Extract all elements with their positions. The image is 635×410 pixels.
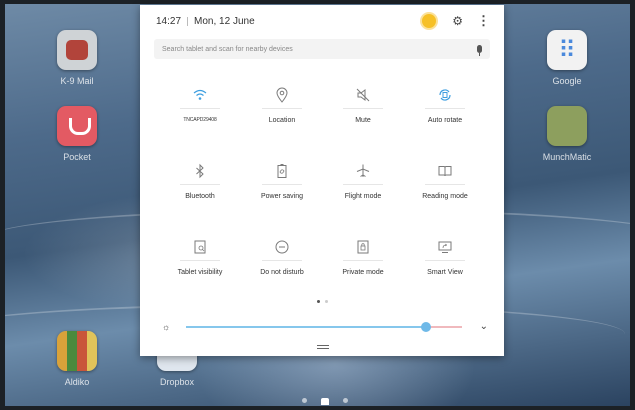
tile-label: Auto rotate: [427, 117, 463, 124]
google-folder-icon: [547, 30, 587, 70]
tile-label: Do not disturb: [260, 269, 304, 276]
tile-reading-mode[interactable]: Reading mode: [404, 157, 486, 227]
panel-status-bar: 14:27 Mon, 12 June ⚙ ⋮: [140, 5, 504, 37]
app-munchmatic[interactable]: MunchMatic: [530, 106, 604, 162]
aldiko-icon: [57, 331, 97, 371]
brightness-icon: ☼: [162, 322, 171, 332]
smart-view-icon: [425, 233, 465, 261]
wifi-icon: [180, 81, 220, 109]
tablet-visibility-icon: [180, 233, 220, 261]
tile-tablet-visibility[interactable]: Tablet visibility: [159, 233, 241, 303]
tile-mute[interactable]: Mute: [322, 81, 404, 151]
chevron-down-icon[interactable]: ⌄: [480, 321, 488, 332]
quick-settings-panel: 14:27 Mon, 12 June ⚙ ⋮ Search tablet and…: [140, 5, 504, 356]
private-mode-icon: [343, 233, 383, 261]
tile-private-mode[interactable]: Private mode: [322, 233, 404, 303]
home-page-icon: [321, 398, 329, 405]
tile-label: TNCAPD29408: [183, 117, 217, 123]
bluetooth-icon: [180, 157, 220, 185]
page-dot: [316, 300, 320, 303]
do-not-disturb-icon: [262, 233, 302, 261]
app-label: Pocket: [63, 152, 91, 162]
page-indicator: [140, 300, 504, 303]
tile-label: Flight mode: [344, 193, 382, 200]
tile-label: Power saving: [260, 193, 304, 200]
tile-wifi[interactable]: TNCAPD29408: [159, 81, 241, 151]
brightness-slider-fill: [186, 326, 427, 328]
app-google[interactable]: Google: [530, 30, 604, 86]
sun-icon[interactable]: [422, 14, 437, 28]
divider: [187, 16, 189, 26]
power-saving-icon: [262, 157, 302, 185]
tile-label: Mute: [355, 117, 371, 124]
tile-label: Location: [268, 117, 296, 124]
book-icon: [425, 157, 465, 185]
app-k9-mail[interactable]: K-9 Mail: [40, 30, 114, 86]
mute-icon: [343, 81, 383, 109]
tile-bluetooth[interactable]: Bluetooth: [159, 157, 241, 227]
app-pocket[interactable]: Pocket: [40, 106, 114, 162]
panel-drag-handle[interactable]: [317, 345, 329, 349]
airplane-icon: [343, 157, 383, 185]
home-page-indicator: [295, 398, 355, 405]
k9-mail-icon: [57, 30, 97, 70]
auto-rotate-icon: [425, 81, 465, 109]
date[interactable]: Mon, 12 June: [194, 16, 255, 27]
gear-icon[interactable]: ⚙: [452, 14, 463, 28]
tile-label: Private mode: [342, 269, 384, 276]
app-label: Aldiko: [64, 377, 90, 387]
tile-label: Reading mode: [422, 193, 468, 200]
brightness-row: ☼ ⌄: [162, 319, 488, 335]
app-label: K-9 Mail: [60, 76, 94, 86]
pocket-icon: [57, 106, 97, 146]
tile-label: Tablet visibility: [177, 269, 223, 276]
tile-label: Bluetooth: [185, 193, 215, 200]
tile-flight-mode[interactable]: Flight mode: [322, 157, 404, 227]
search-placeholder: Search tablet and scan for nearby device…: [162, 45, 293, 53]
location-icon: [262, 81, 302, 109]
mic-icon[interactable]: [477, 45, 482, 56]
clock: 14:27: [156, 15, 182, 27]
tile-do-not-disturb[interactable]: Do not disturb: [241, 233, 323, 303]
munchmatic-icon: [547, 106, 587, 146]
brightness-slider-thumb[interactable]: [421, 322, 432, 332]
more-options-icon[interactable]: ⋮: [477, 13, 490, 29]
app-label: MunchMatic: [542, 152, 592, 162]
tile-auto-rotate[interactable]: Auto rotate: [404, 81, 486, 151]
search-bar[interactable]: Search tablet and scan for nearby device…: [154, 39, 490, 59]
tile-smart-view[interactable]: Smart View: [404, 233, 486, 303]
brightness-slider[interactable]: [186, 322, 462, 332]
page-dot: [324, 300, 328, 303]
app-aldiko[interactable]: Aldiko: [40, 331, 114, 387]
page-indicator-dot: [343, 398, 348, 403]
tile-power-saving[interactable]: Power saving: [241, 157, 323, 227]
tile-label: Smart View: [427, 269, 463, 276]
page-indicator-dot: [302, 398, 307, 403]
app-label: Dropbox: [159, 377, 195, 387]
tile-location[interactable]: Location: [241, 81, 323, 151]
app-label: Google: [552, 76, 582, 86]
